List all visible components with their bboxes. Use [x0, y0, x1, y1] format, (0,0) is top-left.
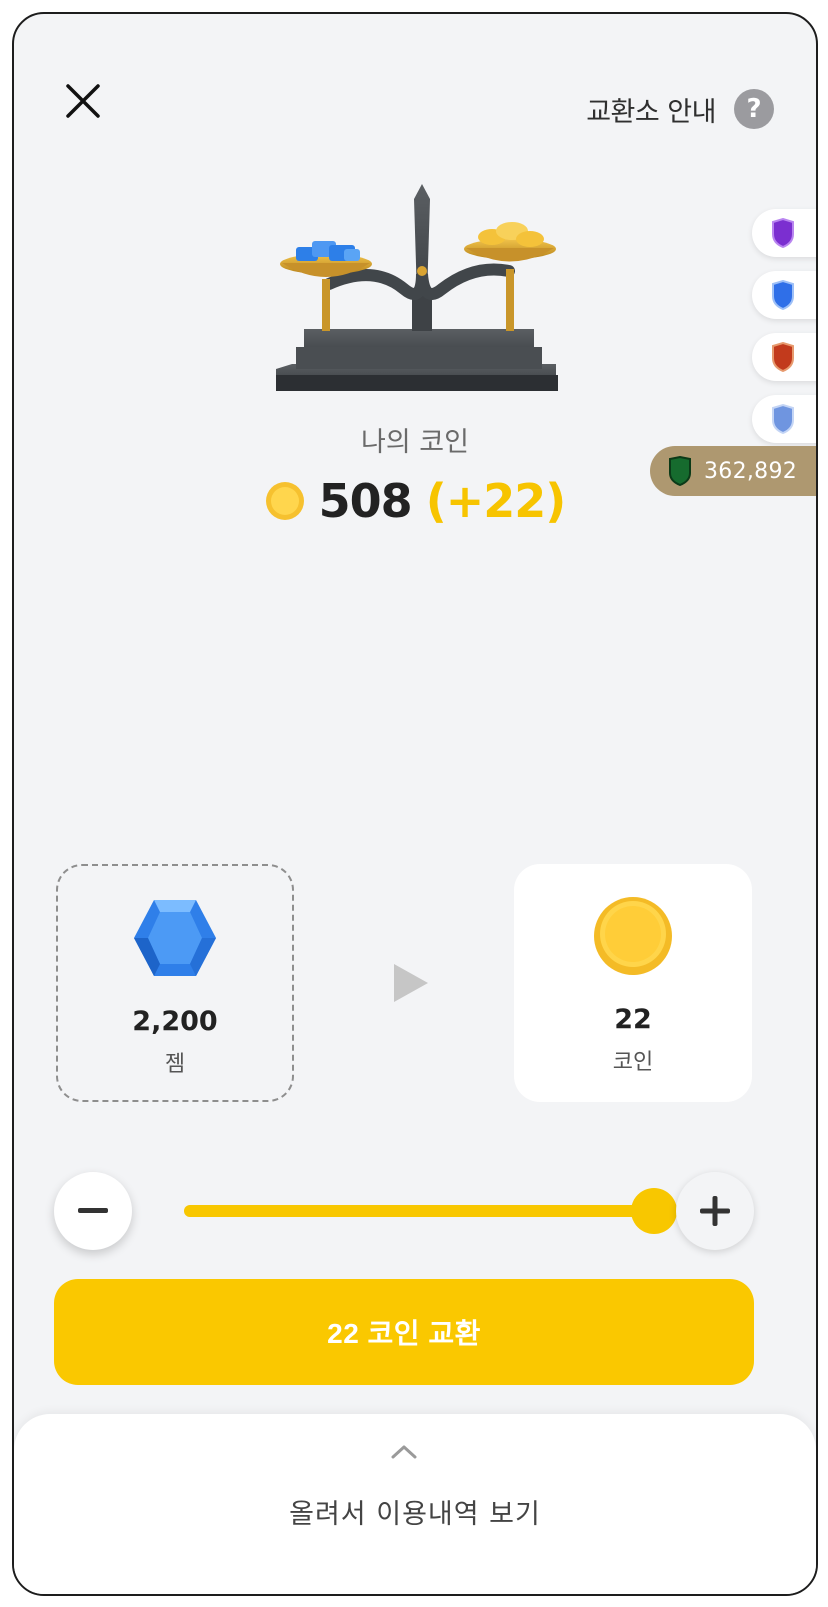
exchange-guide-label: 교환소 안내	[586, 96, 716, 128]
exchange-button[interactable]: 22 코인 교환	[54, 1279, 754, 1385]
blue-shield-icon	[772, 280, 794, 310]
top-bar: 교환소 안내 ?	[14, 14, 816, 204]
slider-thumb[interactable]	[631, 1188, 677, 1234]
gem-source-box: 2,200 젬	[56, 864, 294, 1102]
gem-amount: 2,200	[132, 1006, 218, 1037]
coin-icon	[594, 897, 672, 975]
coin-balance: 508 (+22)	[14, 466, 816, 536]
plus-icon	[700, 1196, 730, 1226]
minus-icon	[78, 1208, 108, 1213]
coin-amount: 22	[614, 1004, 652, 1035]
exchange-screen: 교환소 안내 ? 362,892 나의 코인 508 (+22) 2,200 젬…	[12, 12, 818, 1596]
my-coins-label: 나의 코인	[361, 427, 469, 458]
decrease-button[interactable]	[54, 1172, 132, 1250]
play-arrow-icon	[394, 964, 428, 1002]
purple-shield-icon	[772, 218, 794, 248]
coin-icon	[265, 482, 304, 520]
increase-button[interactable]	[676, 1172, 754, 1250]
slider-fill	[184, 1205, 654, 1217]
red-shield-icon	[772, 342, 794, 372]
history-label: 올려서 이용내역 보기	[289, 1499, 541, 1530]
league-tab-blue[interactable]	[752, 271, 816, 319]
exchange-guide-link[interactable]: 교환소 안내 ?	[586, 84, 774, 134]
amount-slider[interactable]	[184, 1186, 677, 1236]
history-sheet[interactable]: 올려서 이용내역 보기	[14, 1414, 816, 1594]
league-tab-red[interactable]	[752, 333, 816, 381]
league-tab-purple[interactable]	[752, 209, 816, 257]
exchange-button-label: 22 코인 교환	[327, 1318, 481, 1349]
coin-balance-delta: (+22)	[425, 474, 567, 528]
chevron-up-icon	[391, 1445, 417, 1459]
balance-scale-icon	[276, 184, 558, 391]
coin-unit-label: 코인	[612, 1050, 654, 1075]
close-icon	[66, 84, 100, 118]
gem-icon	[134, 900, 216, 976]
help-icon: ?	[734, 89, 774, 129]
gem-unit-label: 젬	[164, 1052, 186, 1077]
close-button[interactable]	[58, 76, 108, 126]
coin-balance-value: 508	[318, 474, 413, 528]
coin-result-box: 22 코인	[514, 864, 752, 1102]
